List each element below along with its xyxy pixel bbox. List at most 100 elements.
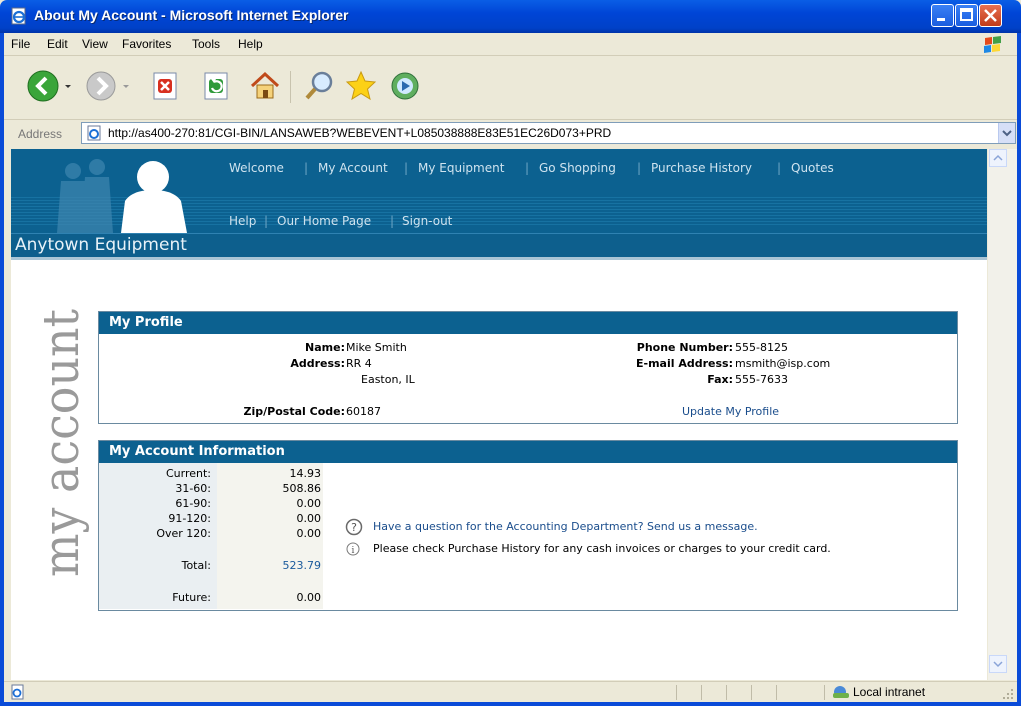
title-bar: About My Account - Microsoft Internet Ex… (0, 0, 1021, 33)
close-button[interactable] (979, 4, 1002, 27)
question-icon: ? (345, 518, 363, 536)
aging-table: Current: 14.93 31-60: 508.86 61-90: 0.00… (99, 463, 323, 609)
nav-help[interactable]: Help (229, 214, 256, 228)
status-divider (824, 685, 825, 700)
browser-window: About My Account - Microsoft Internet Ex… (0, 0, 1021, 706)
menu-favorites[interactable]: Favorites (122, 37, 171, 51)
maximize-button[interactable] (955, 4, 978, 27)
aging-label-31-60: 31-60: (175, 482, 211, 495)
window-title: About My Account - Microsoft Internet Ex… (34, 7, 349, 23)
window-frame-right (1017, 33, 1021, 706)
scroll-down-button[interactable] (989, 655, 1007, 673)
scroll-up-icon (993, 154, 1003, 161)
minimize-icon (937, 18, 945, 21)
side-title: my account (32, 309, 90, 577)
aging-value-current: 14.93 (289, 467, 322, 480)
phone-value: 555-8125 (735, 341, 788, 354)
svg-text:i: i (352, 546, 355, 556)
nav-quotes[interactable]: Quotes (791, 161, 834, 175)
aging-label-over-120: Over 120: (156, 527, 211, 540)
home-icon[interactable] (248, 69, 282, 103)
people-silhouette-image (57, 159, 187, 233)
refresh-icon[interactable] (199, 69, 233, 103)
address-dropdown-button[interactable] (998, 123, 1015, 143)
page-status-icon (11, 684, 24, 700)
address-line-2: Easton, IL (361, 373, 415, 386)
total-label: Total: (181, 559, 211, 572)
nav-my-account[interactable]: My Account (318, 161, 388, 175)
nav-purchase-history[interactable]: Purchase History (651, 161, 752, 175)
aging-label-91-120: 91-120: (168, 512, 211, 525)
zip-value: 60187 (346, 405, 381, 418)
banner-divider (11, 257, 987, 260)
aging-label-current: Current: (165, 467, 211, 480)
resize-grip-icon[interactable] (1002, 688, 1014, 700)
future-value: 0.00 (296, 591, 322, 604)
update-profile-link[interactable]: Update My Profile (682, 405, 779, 418)
name-label: Name: (305, 341, 345, 354)
menu-tools[interactable]: Tools (192, 37, 220, 51)
name-value: Mike Smith (346, 341, 407, 354)
menu-edit[interactable]: Edit (47, 37, 68, 51)
fax-value: 555-7633 (735, 373, 788, 386)
vertical-scrollbar[interactable] (988, 149, 1017, 680)
nav-separator: | (637, 161, 642, 175)
menu-bar: File Edit View Favorites Tools Help (4, 33, 1017, 56)
status-divider (676, 685, 677, 700)
forward-dropdown-icon[interactable] (120, 69, 132, 103)
chevron-down-icon (1002, 130, 1012, 137)
company-name: Anytown Equipment (15, 235, 187, 255)
accounting-message-link[interactable]: Have a question for the Accounting Depar… (373, 520, 758, 533)
future-label: Future: (172, 591, 211, 604)
menu-view[interactable]: View (82, 37, 108, 51)
aging-label-61-90: 61-90: (175, 497, 211, 510)
status-divider (726, 685, 727, 700)
nav-my-equipment[interactable]: My Equipment (418, 161, 504, 175)
window-frame-bottom (0, 702, 1021, 706)
back-dropdown-icon[interactable] (62, 69, 74, 103)
nav-separator: | (404, 161, 409, 175)
page-icon (87, 125, 101, 141)
stop-icon[interactable] (148, 69, 182, 103)
media-icon[interactable] (388, 69, 422, 103)
status-divider (751, 685, 752, 700)
search-icon[interactable] (302, 69, 336, 103)
scroll-up-button[interactable] (989, 149, 1007, 167)
purchase-history-note: Please check Purchase History for any ca… (373, 542, 831, 555)
address-label: Address: (290, 357, 345, 370)
intranet-zone-icon (833, 686, 849, 698)
side-title-text: my account (32, 309, 90, 577)
nav-separator: | (777, 161, 782, 175)
forward-icon[interactable] (84, 69, 118, 103)
address-url: http://as400-270:81/CGI-BIN/LANSAWEB?WEB… (108, 126, 612, 140)
aging-value-91-120: 0.00 (296, 512, 322, 525)
scroll-down-icon (993, 661, 1003, 668)
status-divider (701, 685, 702, 700)
menu-file[interactable]: File (11, 37, 30, 51)
back-icon[interactable] (26, 69, 60, 103)
maximize-icon (960, 8, 973, 21)
nav-go-shopping[interactable]: Go Shopping (539, 161, 616, 175)
address-bar: Address http://as400-270:81/CGI-BIN/LANS… (4, 121, 1017, 146)
nav-separator: | (304, 161, 309, 175)
status-divider (776, 685, 777, 700)
nav-sign-out[interactable]: Sign-out (402, 214, 452, 228)
status-bar: Local intranet (4, 681, 1017, 702)
page-content: Anytown Equipment Welcome | My Account |… (11, 149, 987, 680)
nav-home-page[interactable]: Our Home Page (277, 214, 371, 228)
account-heading: My Account Information (99, 441, 957, 463)
menu-help[interactable]: Help (238, 37, 263, 51)
address-line-1: RR 4 (346, 357, 372, 370)
zip-label: Zip/Postal Code: (243, 405, 345, 418)
close-icon (984, 9, 997, 22)
phone-label: Phone Number: (636, 341, 733, 354)
aging-value-31-60: 508.86 (282, 482, 322, 495)
profile-heading: My Profile (99, 312, 957, 334)
nav-separator: | (390, 214, 395, 228)
favorites-icon[interactable] (344, 69, 378, 103)
nav-welcome[interactable]: Welcome (229, 161, 284, 175)
address-input[interactable]: http://as400-270:81/CGI-BIN/LANSAWEB?WEB… (81, 122, 1016, 144)
total-value-link[interactable]: 523.79 (283, 559, 322, 572)
aging-value-over-120: 0.00 (296, 527, 322, 540)
minimize-button[interactable] (931, 4, 954, 27)
